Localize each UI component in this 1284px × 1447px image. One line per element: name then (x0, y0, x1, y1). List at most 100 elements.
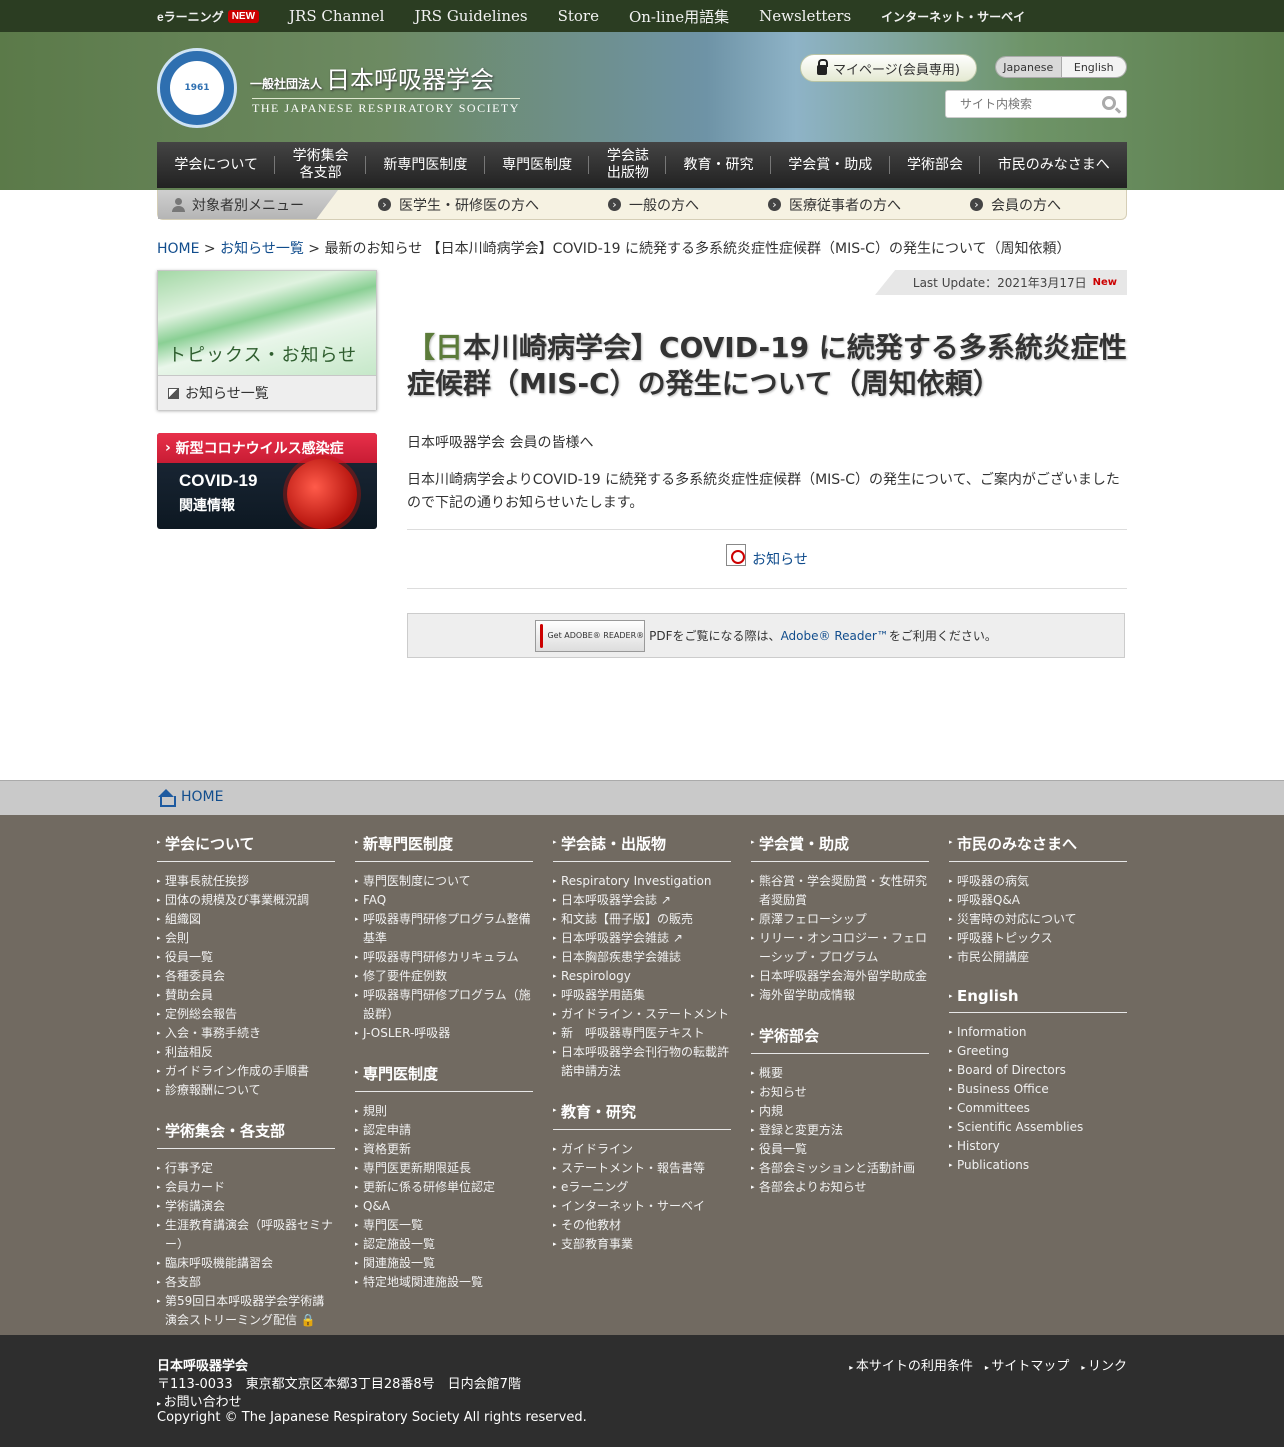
footer-link[interactable]: 各部会ミッションと活動計画 (751, 1159, 929, 1178)
footer-link[interactable]: 各種委員会 (157, 967, 335, 986)
footer-link[interactable]: 関連施設一覧 (355, 1254, 533, 1273)
footer-link[interactable]: 熊谷賞・学会奨励賞・女性研究者奨励賞 (751, 872, 929, 910)
audience-members[interactable]: 会員の方へ (970, 190, 1061, 219)
footer-link[interactable]: 行事予定 (157, 1159, 335, 1178)
org-name[interactable]: 一般社団法人 日本呼吸器学会 (250, 60, 494, 95)
footer-link[interactable]: 呼吸器Q&A (949, 891, 1127, 910)
covid-banner[interactable]: › 新型コロナウイルス感染症 COVID-19 関連情報 (157, 433, 377, 529)
footer-link[interactable]: 第59回日本呼吸器学会学術講演会ストリーミング配信 🔒 (157, 1292, 335, 1330)
footer-link[interactable]: 市民公開講座 (949, 948, 1127, 967)
footer-link[interactable]: 会員カード (157, 1178, 335, 1197)
audience-general[interactable]: 一般の方へ (608, 190, 699, 219)
footer-link[interactable]: 呼吸器学用語集 (553, 986, 731, 1005)
search-input[interactable] (960, 91, 1100, 117)
footer-link[interactable]: 修了要件症例数 (355, 967, 533, 986)
footer-link[interactable]: 災害時の対応について (949, 910, 1127, 929)
footer-link[interactable]: Publications (949, 1156, 1127, 1175)
footer-link[interactable]: FAQ (355, 891, 533, 910)
links-link[interactable]: リンク (1081, 1355, 1127, 1374)
get-adobe-reader-button[interactable]: Get ADOBE® READER® (535, 619, 646, 652)
footer-link[interactable]: 役員一覧 (751, 1140, 929, 1159)
footer-link[interactable]: 認定施設一覧 (355, 1235, 533, 1254)
jrs-channel-link[interactable]: JRS Channel (289, 7, 384, 25)
newsletters-link[interactable]: Newsletters (759, 7, 851, 25)
footer-link[interactable]: 登録と変更方法 (751, 1121, 929, 1140)
footer-link[interactable]: eラーニング (553, 1178, 731, 1197)
footer-home-link[interactable]: HOME (181, 789, 223, 805)
footer-link[interactable]: 専門医制度について (355, 872, 533, 891)
footer-link[interactable]: 組織図 (157, 910, 335, 929)
footer-link[interactable]: Respiratory Investigation (553, 872, 731, 891)
footer-link[interactable]: インターネット・サーベイ (553, 1197, 731, 1216)
footer-link[interactable]: Information (949, 1023, 1127, 1042)
footer-link[interactable]: 支部教育事業 (553, 1235, 731, 1254)
footer-link[interactable]: 学術講演会 (157, 1197, 335, 1216)
internet-survey-link[interactable]: インターネット・サーベイ (881, 8, 1025, 25)
footer-link[interactable]: 日本呼吸器学会刊行物の転載許諾申請方法 (553, 1043, 731, 1081)
footer-section-title[interactable]: 新専門医制度 (355, 831, 533, 862)
footer-link[interactable]: ガイドライン・ステートメント (553, 1005, 731, 1024)
footer-link[interactable]: お知らせ (751, 1083, 929, 1102)
footer-link[interactable]: その他教材 (553, 1216, 731, 1235)
elearning-link[interactable]: eラーニング NEW (157, 8, 260, 25)
footer-link[interactable]: 利益相反 (157, 1043, 335, 1062)
footer-link[interactable]: 資格更新 (355, 1140, 533, 1159)
footer-link[interactable]: 入会・事務手続き (157, 1024, 335, 1043)
sidebar-news-list-link[interactable]: お知らせ一覧 (158, 375, 376, 410)
footer-link[interactable]: 定例総会報告 (157, 1005, 335, 1024)
society-logo[interactable]: 1961 (157, 48, 237, 128)
footer-link[interactable]: Greeting (949, 1042, 1127, 1061)
footer-link[interactable]: 海外留学助成情報 (751, 986, 929, 1005)
footer-link[interactable]: 診療報酬について (157, 1081, 335, 1100)
gnav-specialist[interactable]: 専門医制度 (485, 142, 590, 188)
gnav-about[interactable]: 学会について (157, 142, 276, 188)
footer-link[interactable]: Q&A (355, 1197, 533, 1216)
gnav-meetings[interactable]: 学術集会 各支部 (275, 142, 366, 188)
gnav-publications[interactable]: 学会誌 出版物 (589, 142, 666, 188)
breadcrumb-news[interactable]: お知らせ一覧 (220, 241, 304, 257)
footer-link[interactable]: ステートメント・報告書等 (553, 1159, 731, 1178)
footer-link[interactable]: 理事長就任挨拶 (157, 872, 335, 891)
footer-link[interactable]: 日本呼吸器学会誌 ↗ (553, 891, 731, 910)
footer-link[interactable]: 会則 (157, 929, 335, 948)
footer-link[interactable]: Respirology (553, 967, 731, 986)
footer-link[interactable]: 規則 (355, 1102, 533, 1121)
footer-link[interactable]: 役員一覧 (157, 948, 335, 967)
footer-link[interactable]: 概要 (751, 1064, 929, 1083)
footer-section-title[interactable]: 学会について (157, 831, 335, 862)
footer-link[interactable]: 団体の規模及び事業概況調 (157, 891, 335, 910)
footer-link[interactable]: Business Office (949, 1080, 1127, 1099)
gnav-assemblies[interactable]: 学術部会 (890, 142, 981, 188)
gnav-education[interactable]: 教育・研究 (666, 142, 771, 188)
contact-link[interactable]: お問い合わせ (164, 1395, 242, 1410)
store-link[interactable]: Store (558, 7, 599, 25)
footer-link[interactable]: リリー・オンコロジー・フェローシップ・プログラム (751, 929, 929, 967)
footer-section-title[interactable]: 学会賞・助成 (751, 831, 929, 862)
footer-link[interactable]: 日本呼吸器学会雑誌 ↗ (553, 929, 731, 948)
gnav-citizens[interactable]: 市民のみなさまへ (980, 142, 1127, 188)
footer-link[interactable]: 専門医一覧 (355, 1216, 533, 1235)
footer-section-title[interactable]: 専門医制度 (355, 1061, 533, 1092)
footer-section-title[interactable]: 市民のみなさまへ (949, 831, 1127, 862)
footer-link[interactable]: 呼吸器専門研修プログラム（施設群） (355, 986, 533, 1024)
mypage-button[interactable]: マイページ(会員専用) (800, 54, 977, 82)
footer-link[interactable]: 専門医更新期限延長 (355, 1159, 533, 1178)
footer-link[interactable]: 呼吸器専門研修カリキュラム (355, 948, 533, 967)
footer-section-title[interactable]: 学会誌・出版物 (553, 831, 731, 862)
footer-link[interactable]: Scientific Assemblies (949, 1118, 1127, 1137)
search-icon[interactable] (1102, 96, 1116, 110)
footer-link[interactable]: 認定申請 (355, 1121, 533, 1140)
footer-link[interactable]: 新 呼吸器専門医テキスト (553, 1024, 731, 1043)
audience-medical-staff[interactable]: 医療従事者の方へ (768, 190, 901, 219)
sitemap-link[interactable]: サイトマップ (985, 1355, 1069, 1374)
footer-link[interactable]: Board of Directors (949, 1061, 1127, 1080)
audience-students[interactable]: 医学生・研修医の方へ (378, 190, 539, 219)
lang-english-button[interactable]: English (1061, 57, 1126, 77)
footer-link[interactable]: 日本呼吸器学会海外留学助成金 (751, 967, 929, 986)
adobe-reader-link[interactable]: Adobe® Reader™ (781, 629, 889, 643)
footer-link[interactable]: 各支部 (157, 1273, 335, 1292)
footer-link[interactable]: ガイドライン作成の手順書 (157, 1062, 335, 1081)
footer-link[interactable]: 和文誌【冊子版】の販売 (553, 910, 731, 929)
footer-link[interactable]: 日本胸部疾患学会雑誌 (553, 948, 731, 967)
attachment-link[interactable]: お知らせ (752, 549, 808, 569)
